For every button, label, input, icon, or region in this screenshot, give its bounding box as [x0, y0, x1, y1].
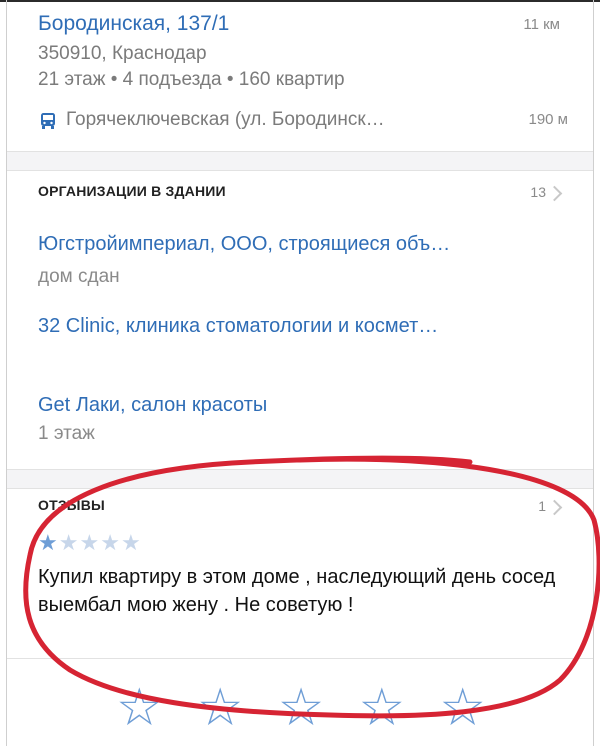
stop-distance: 190 м [528, 111, 568, 128]
transit-stop-row[interactable]: Горячеключевская (ул. Бородинск… 190 м [38, 109, 568, 135]
organizations-header: ОРГАНИЗАЦИИ В ЗДАНИИ [38, 183, 226, 199]
star-icon: ★ [79, 530, 101, 555]
organizations-count[interactable]: 13 [530, 184, 546, 200]
reviews-header: ОТЗЫВЫ [38, 497, 105, 513]
divider [7, 170, 593, 171]
rate-stars-row[interactable]: ☆ ☆ ☆ ☆ ☆ [116, 682, 486, 734]
star-icon: ★ [58, 530, 80, 555]
star-icon: ★ [120, 530, 142, 555]
org-item-name[interactable]: 32 Clinic, клиника стоматологии и космет… [38, 315, 438, 338]
star-outline-icon[interactable]: ☆ [439, 682, 486, 734]
org-item-sub: дом сдан [38, 266, 120, 287]
star-outline-icon[interactable]: ☆ [359, 682, 406, 734]
star-outline-icon[interactable]: ☆ [116, 682, 163, 734]
divider [7, 658, 593, 659]
bus-icon [41, 113, 55, 129]
review-rating-stars: ★★★★★ [38, 530, 142, 556]
org-item-name[interactable]: Югстройимпериал, ООО, строящиеся объ… [38, 233, 450, 256]
building-details: 21 этаж • 4 подъезда • 160 квартир [38, 69, 345, 90]
org-item-name[interactable]: Get Лаки, салон красоты [38, 394, 267, 417]
star-outline-icon[interactable]: ☆ [197, 682, 244, 734]
postal-city: 350910, Краснодар [38, 43, 207, 64]
star-icon: ★ [38, 530, 59, 555]
stop-name: Горячеключевская (ул. Бородинск… [66, 109, 385, 130]
org-item-sub: 1 этаж [38, 423, 95, 444]
reviews-count[interactable]: 1 [538, 498, 546, 514]
address-title[interactable]: Бородинская, 137/1 [38, 12, 229, 36]
star-outline-icon[interactable]: ☆ [278, 682, 325, 734]
section-gap [7, 152, 593, 170]
divider [7, 488, 593, 489]
star-icon: ★ [100, 530, 121, 555]
address-distance: 11 км [523, 16, 560, 33]
section-gap [7, 470, 593, 488]
review-text: Купил квартиру в этом доме , наследующий… [38, 566, 556, 616]
